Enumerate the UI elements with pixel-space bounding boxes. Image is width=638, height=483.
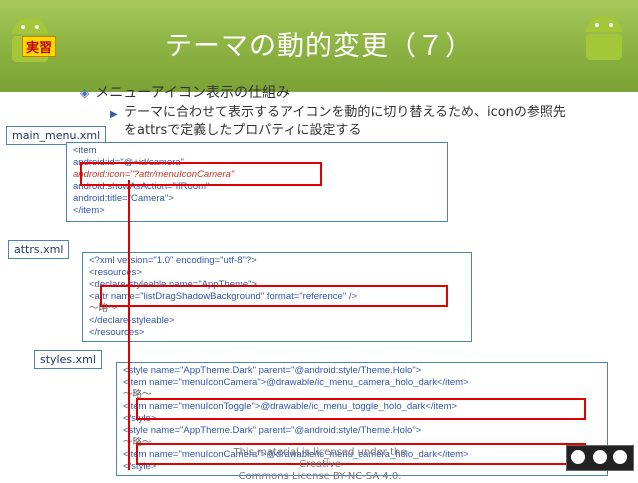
code-line: <item name="menuIconCamera">@drawable/ic… <box>123 377 469 388</box>
code-line: </resources> <box>89 327 145 338</box>
code-line: </declare-styleable> <box>89 315 175 326</box>
triangle-bullet-icon: ▶ <box>110 109 118 120</box>
bullet-level1-text: メニューアイコン表示の仕組み <box>95 85 290 101</box>
styles-label: styles.xml <box>34 350 102 369</box>
slide-header: 実習 テーマの動的変更（７） <box>0 0 638 92</box>
cc-sa-icon <box>613 450 627 464</box>
license-line2: Commons License BY-NC-SA 4.0. <box>238 471 402 482</box>
cc-by-icon <box>593 450 607 464</box>
license-footer: This material is licensed under the Crea… <box>220 447 420 483</box>
highlight-attr-def <box>100 285 448 307</box>
connector-line <box>128 180 130 470</box>
highlight-icon-attr <box>80 162 322 186</box>
bullet-level2-line1: テーマに合わせて表示するアイコンを動的に切り替えるため、iconの参照先 <box>124 105 566 120</box>
code-line: <style name="AppTheme.Dark" parent="@and… <box>123 365 422 376</box>
slide-title: テーマの動的変更（７） <box>165 31 473 62</box>
cc-license-icon <box>566 445 634 471</box>
diamond-bullet-icon: ◈ <box>80 86 90 100</box>
code-line: <item <box>73 145 97 156</box>
android-robot-icon <box>586 13 622 60</box>
attrs-label: attrs.xml <box>8 240 70 259</box>
code-line: <style name="AppTheme.Dark" parent="@and… <box>123 425 422 436</box>
bullet-level2: ▶ テーマに合わせて表示するアイコンを動的に切り替えるため、iconの参照先 を… <box>110 104 620 140</box>
bullet-level2-line2: をattrsで定義したプロパティに設定する <box>124 123 362 138</box>
code-line: <?xml version="1.0" encoding="utf-8"?> <box>89 255 257 266</box>
bullet-level1: ◈ メニューアイコン表示の仕組み <box>80 82 290 102</box>
highlight-style-item <box>136 398 586 420</box>
license-line1: This material is licensed under the Crea… <box>233 447 407 470</box>
cc-circle-icon <box>571 450 585 464</box>
code-line: <resources> <box>89 267 142 278</box>
